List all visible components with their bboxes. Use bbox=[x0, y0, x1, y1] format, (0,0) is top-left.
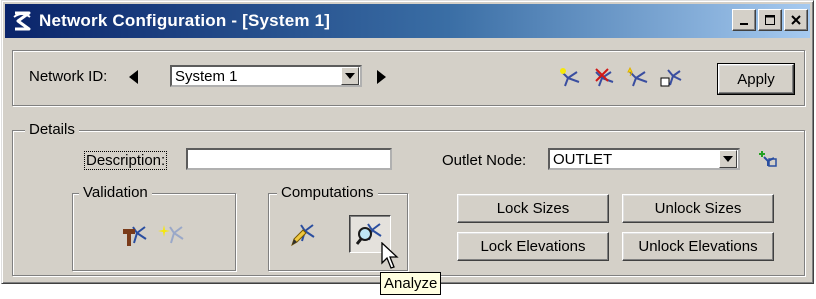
new-network-icon[interactable] bbox=[625, 65, 651, 91]
design-pencil-icon[interactable] bbox=[287, 220, 319, 250]
outlet-node-select[interactable]: OUTLET bbox=[548, 148, 740, 170]
close-icon[interactable] bbox=[784, 9, 808, 31]
network-id-select[interactable]: System 1 bbox=[170, 65, 362, 87]
minimize-icon[interactable] bbox=[732, 9, 756, 31]
validation-frame: Validation bbox=[72, 184, 236, 271]
chevron-down-icon[interactable] bbox=[341, 67, 359, 85]
copy-network-icon[interactable] bbox=[658, 65, 684, 91]
lock-sizes-button[interactable]: Lock Sizes bbox=[457, 194, 609, 223]
lock-elevations-button[interactable]: Lock Elevations bbox=[457, 232, 609, 261]
network-id-label: Network ID: bbox=[29, 68, 108, 85]
window-title: Network Configuration - [System 1] bbox=[39, 11, 331, 30]
delete-network-icon[interactable] bbox=[592, 65, 618, 91]
validate-repair-icon[interactable] bbox=[120, 220, 150, 250]
locate-node-icon[interactable] bbox=[756, 147, 780, 171]
outlet-node-label: Outlet Node: bbox=[442, 152, 527, 169]
chevron-down-icon[interactable] bbox=[719, 150, 737, 168]
unlock-sizes-button[interactable]: Unlock Sizes bbox=[622, 194, 774, 223]
app-logo-icon bbox=[9, 8, 35, 34]
previous-network-icon[interactable] bbox=[126, 67, 142, 87]
network-configuration-window: Network Configuration - [System 1] Netwo… bbox=[1, 0, 814, 284]
mouse-cursor-icon bbox=[380, 241, 402, 271]
validation-legend: Validation bbox=[79, 184, 152, 201]
details-legend: Details bbox=[25, 121, 79, 138]
add-network-icon[interactable] bbox=[558, 65, 584, 91]
apply-button[interactable]: Apply bbox=[717, 63, 795, 95]
title-bar[interactable]: Network Configuration - [System 1] bbox=[5, 4, 810, 38]
maximize-icon[interactable] bbox=[758, 9, 782, 31]
description-field[interactable] bbox=[186, 148, 392, 170]
analyze-tooltip: Analyze bbox=[380, 272, 442, 295]
next-network-icon[interactable] bbox=[374, 67, 390, 87]
validate-highlight-icon[interactable] bbox=[157, 220, 187, 250]
unlock-elevations-button[interactable]: Unlock Elevations bbox=[622, 232, 774, 261]
description-label: Description: bbox=[84, 151, 168, 170]
computations-legend: Computations bbox=[277, 184, 378, 201]
